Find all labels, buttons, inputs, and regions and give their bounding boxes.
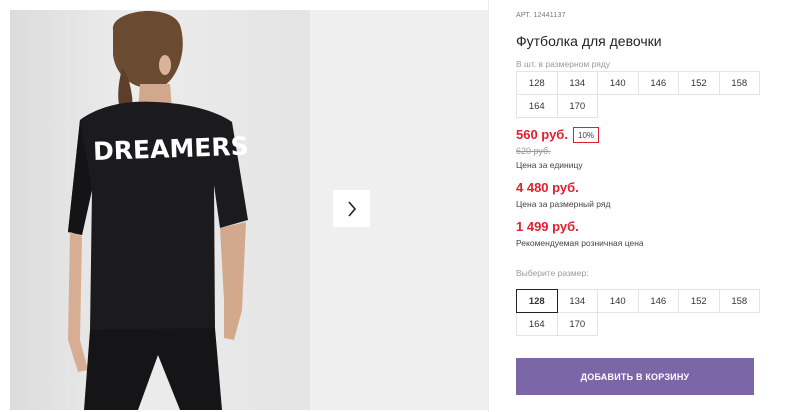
- size-option-selected[interactable]: 128: [516, 289, 558, 313]
- product-gallery: DREAMERS: [10, 10, 488, 410]
- size-option[interactable]: 170: [556, 312, 598, 336]
- article-number: АРТ. 12441137: [516, 12, 566, 19]
- product-photo: DREAMERS: [10, 10, 310, 410]
- row-size-cell: 152: [678, 71, 720, 95]
- row-price: 4 480 руб.: [516, 180, 579, 195]
- unit-price: 560 руб.: [516, 127, 568, 142]
- row-size-cell: 140: [597, 71, 639, 95]
- size-option[interactable]: 158: [718, 289, 760, 313]
- row-size-cell: 158: [718, 71, 760, 95]
- row-size-cell: 170: [556, 94, 598, 118]
- choose-size-label: Выберите размер:: [516, 268, 589, 278]
- unit-price-note: Цена за единицу: [516, 160, 583, 170]
- row-size-cell: 164: [516, 94, 558, 118]
- girl-tshirt-image: DREAMERS: [68, 11, 250, 410]
- row-sizes-label: В шт. в размерном ряду: [516, 59, 611, 69]
- product-page: DREAMERS АРТ. 12441137 Футболка для дево…: [0, 0, 800, 412]
- rrp-price: 1 499 руб.: [516, 219, 579, 234]
- tshirt-print-text: DREAMERS: [93, 132, 250, 166]
- discount-badge: 10%: [573, 127, 600, 143]
- article-label: АРТ.: [516, 12, 532, 19]
- old-price: 620 руб.: [516, 146, 551, 156]
- size-option[interactable]: 164: [516, 312, 558, 336]
- row-price-note: Цена за размерный ряд: [516, 199, 611, 209]
- size-selector: 128 134 140 146 152 158 164 170: [516, 289, 760, 336]
- size-option[interactable]: 146: [637, 289, 679, 313]
- size-option[interactable]: 140: [597, 289, 639, 313]
- row-size-cell: 134: [556, 71, 598, 95]
- row-sizes-table: 128 134 140 146 152 158 164 170: [516, 71, 760, 118]
- row-size-cell: 128: [516, 71, 558, 95]
- size-option[interactable]: 134: [556, 289, 598, 313]
- next-image-button[interactable]: [333, 190, 370, 227]
- size-option[interactable]: 152: [678, 289, 720, 313]
- row-size-cell: 146: [637, 71, 679, 95]
- column-divider: [488, 0, 489, 412]
- article-value: 12441137: [533, 12, 566, 19]
- chevron-right-icon: [347, 200, 356, 217]
- add-to-cart-button[interactable]: ДОБАВИТЬ В КОРЗИНУ: [516, 358, 754, 395]
- rrp-note: Рекомендуемая розничная цена: [516, 238, 644, 248]
- product-title: Футболка для девочки: [516, 33, 662, 49]
